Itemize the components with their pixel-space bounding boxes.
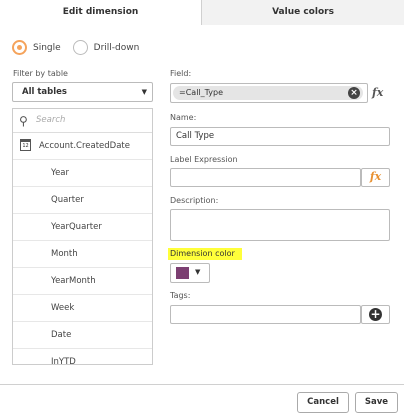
description-input[interactable] xyxy=(170,209,390,241)
calendar-icon: 12 xyxy=(20,139,31,151)
single-label[interactable]: Single xyxy=(33,43,61,53)
clear-icon[interactable]: × xyxy=(348,87,360,99)
dimension-color-label: Dimension color xyxy=(168,248,242,260)
mode-radio-group: Single Drill-down xyxy=(12,40,151,55)
tab-value-colors[interactable]: Value colors xyxy=(201,0,404,25)
list-item-quarter[interactable]: Quarter xyxy=(13,187,152,214)
name-input[interactable]: Call Type xyxy=(170,127,390,146)
label-expression-fx-button[interactable]: fx xyxy=(361,168,390,187)
list-item-yearquarter[interactable]: YearQuarter xyxy=(13,214,152,241)
description-label: Description: xyxy=(170,196,219,205)
color-swatch xyxy=(176,267,189,279)
field-chip: =Call_Type × xyxy=(173,86,363,100)
field-search[interactable]: ⚲ Search xyxy=(13,109,152,133)
label-expression-input[interactable] xyxy=(170,168,361,187)
table-filter-value: All tables xyxy=(22,87,67,97)
drilldown-label[interactable]: Drill-down xyxy=(94,43,140,53)
drilldown-radio[interactable] xyxy=(72,40,88,55)
label-expression-label: Label Expression xyxy=(170,155,238,164)
list-item-label: Year xyxy=(51,168,69,178)
save-button[interactable]: Save xyxy=(355,392,398,413)
single-radio[interactable] xyxy=(12,40,27,55)
search-icon: ⚲ xyxy=(19,114,28,128)
list-item-label: YearMonth xyxy=(51,276,96,286)
name-label: Name: xyxy=(170,113,197,122)
field-value: =Call_Type xyxy=(179,88,224,97)
field-input[interactable]: =Call_Type × xyxy=(170,83,368,103)
list-item-week[interactable]: Week xyxy=(13,295,152,322)
tags-input[interactable] xyxy=(170,305,361,324)
caret-down-icon: ▼ xyxy=(141,88,147,96)
list-item-inytd[interactable]: InYTD xyxy=(13,349,152,365)
dialog-footer: Cancel Save xyxy=(0,384,404,416)
list-item-label: Account.CreatedDate xyxy=(39,141,130,151)
list-item-label: Quarter xyxy=(51,195,84,205)
search-placeholder: Search xyxy=(36,115,66,125)
tab-bar: Edit dimension Value colors xyxy=(0,0,404,25)
list-item-account-createddate[interactable]: 12 Account.CreatedDate xyxy=(13,133,152,160)
list-item-year[interactable]: Year xyxy=(13,160,152,187)
table-filter-select[interactable]: All tables ▼ xyxy=(12,82,153,102)
list-item-label: Week xyxy=(51,303,75,313)
list-item-label: InYTD xyxy=(51,357,76,365)
field-list: ⚲ Search 12 Account.CreatedDate Year Qua… xyxy=(12,108,153,365)
add-tag-button[interactable]: + xyxy=(361,305,390,324)
list-item-label: YearQuarter xyxy=(51,222,102,232)
plus-icon: + xyxy=(369,307,382,321)
fx-icon[interactable]: fx xyxy=(372,86,383,99)
list-item-month[interactable]: Month xyxy=(13,241,152,268)
list-item-date[interactable]: Date xyxy=(13,322,152,349)
fx-icon: fx xyxy=(369,170,382,183)
cancel-button[interactable]: Cancel xyxy=(297,392,349,413)
caret-down-icon: ▼ xyxy=(195,268,201,276)
field-label: Field: xyxy=(170,69,192,78)
list-item-label: Month xyxy=(51,249,78,259)
tab-edit-dimension[interactable]: Edit dimension xyxy=(0,0,201,25)
dimension-color-picker[interactable]: ▼ xyxy=(170,263,210,283)
tags-label: Tags: xyxy=(170,291,191,300)
list-item-label: Date xyxy=(51,330,72,340)
filter-by-table-label: Filter by table xyxy=(13,69,68,78)
list-item-yearmonth[interactable]: YearMonth xyxy=(13,268,152,295)
